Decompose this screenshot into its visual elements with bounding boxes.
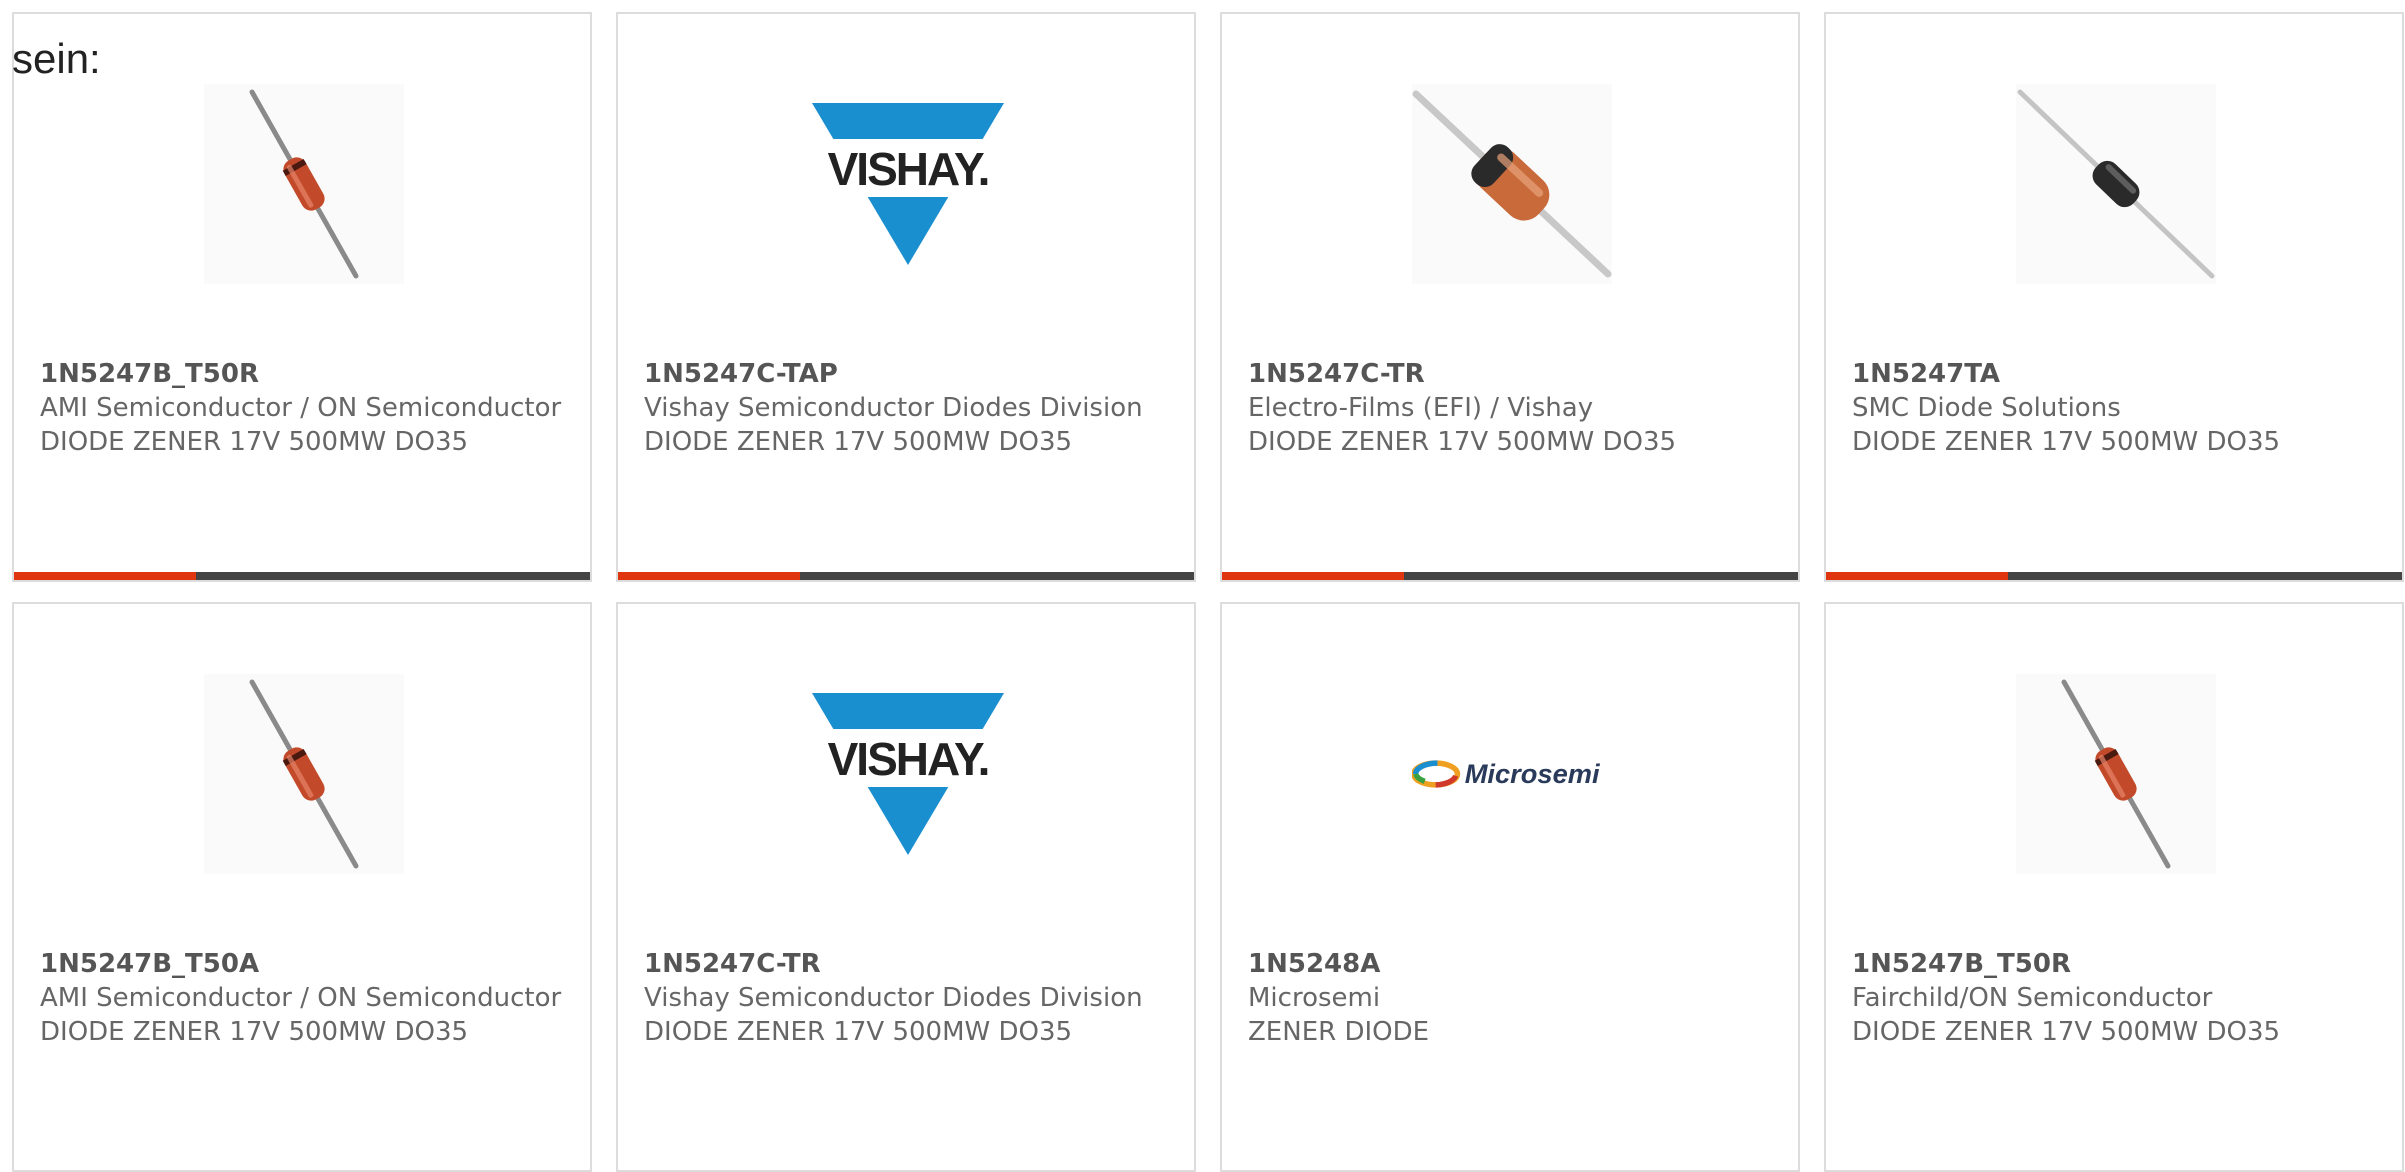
description: DIODE ZENER 17V 500MW DO35 (40, 427, 469, 457)
description: DIODE ZENER 17V 500MW DO35 (644, 427, 1073, 457)
description: ZENER DIODE (1248, 1017, 1430, 1047)
diode-glass-thick-icon[interactable] (1412, 84, 1612, 284)
description: DIODE ZENER 17V 500MW DO35 (1852, 427, 2281, 457)
card-accent (1222, 572, 1404, 580)
manufacturer: AMI Semiconductor / ON Semiconductor (40, 393, 562, 423)
manufacturer: Fairchild/ON Semiconductor (1852, 983, 2213, 1013)
diode-black-icon[interactable] (2016, 84, 2216, 284)
intro-text: sein: (12, 35, 101, 82)
part-number[interactable]: 1N5248A (1248, 947, 1778, 981)
microsemi-logo-text: Microsemi (1465, 758, 1601, 789)
card-bar (1826, 572, 2402, 580)
description: DIODE ZENER 17V 500MW DO35 (40, 1017, 469, 1047)
diode-glass-thin-icon[interactable] (2016, 674, 2216, 874)
card-bar (618, 572, 1194, 580)
part-number[interactable]: 1N5247B_T50R (40, 357, 570, 391)
description: DIODE ZENER 17V 500MW DO35 (1248, 427, 1677, 457)
manufacturer: SMC Diode Solutions (1852, 393, 2121, 423)
manufacturer: Vishay Semiconductor Diodes Division (644, 983, 1143, 1013)
card-accent (1826, 572, 2008, 580)
manufacturer: Vishay Semiconductor Diodes Division (644, 393, 1143, 423)
product-card[interactable]: VISHAY. 1N5247C-TR Vishay Semiconductor … (616, 602, 1196, 1172)
product-card[interactable]: VISHAY. 1N5247C-TAP Vishay Semiconductor… (616, 12, 1196, 582)
card-accent (14, 572, 196, 580)
manufacturer: Microsemi (1248, 983, 1381, 1013)
description: DIODE ZENER 17V 500MW DO35 (644, 1017, 1073, 1047)
card-bar (14, 572, 590, 580)
vishay-logo[interactable]: VISHAY. (808, 674, 1008, 874)
product-card[interactable]: 1N5247C-TR Electro-Films (EFI) / Vishay … (1220, 12, 1800, 582)
vishay-logo-text: VISHAY. (828, 733, 989, 785)
part-number[interactable]: 1N5247TA (1852, 357, 2382, 391)
vishay-logo[interactable]: VISHAY. (808, 84, 1008, 284)
part-number[interactable]: 1N5247C-TAP (644, 357, 1174, 391)
manufacturer: Electro-Films (EFI) / Vishay (1248, 393, 1594, 423)
part-number[interactable]: 1N5247B_T50A (40, 947, 570, 981)
diode-glass-thin-icon[interactable] (204, 674, 404, 874)
product-card[interactable]: 1N5247B_T50R Fairchild/ON Semiconductor … (1824, 602, 2404, 1172)
description: DIODE ZENER 17V 500MW DO35 (1852, 1017, 2281, 1047)
part-number[interactable]: 1N5247C-TR (1248, 357, 1778, 391)
manufacturer: AMI Semiconductor / ON Semiconductor (40, 983, 562, 1013)
product-grid: 1N5247B_T50R AMI Semiconductor / ON Semi… (12, 12, 2405, 1172)
product-card[interactable]: Microsemi 1N5248A Microsemi ZENER DIODE (1220, 602, 1800, 1172)
part-number[interactable]: 1N5247C-TR (644, 947, 1174, 981)
card-bar (1222, 572, 1798, 580)
card-accent (618, 572, 800, 580)
part-number[interactable]: 1N5247B_T50R (1852, 947, 2382, 981)
product-card[interactable]: 1N5247B_T50A AMI Semiconductor / ON Semi… (12, 602, 592, 1172)
vishay-logo-text: VISHAY. (828, 143, 989, 195)
diode-glass-thin-icon[interactable] (204, 84, 404, 284)
microsemi-logo[interactable]: Microsemi (1412, 674, 1612, 874)
product-card[interactable]: 1N5247B_T50R AMI Semiconductor / ON Semi… (12, 12, 592, 582)
product-card[interactable]: 1N5247TA SMC Diode Solutions DIODE ZENER… (1824, 12, 2404, 582)
